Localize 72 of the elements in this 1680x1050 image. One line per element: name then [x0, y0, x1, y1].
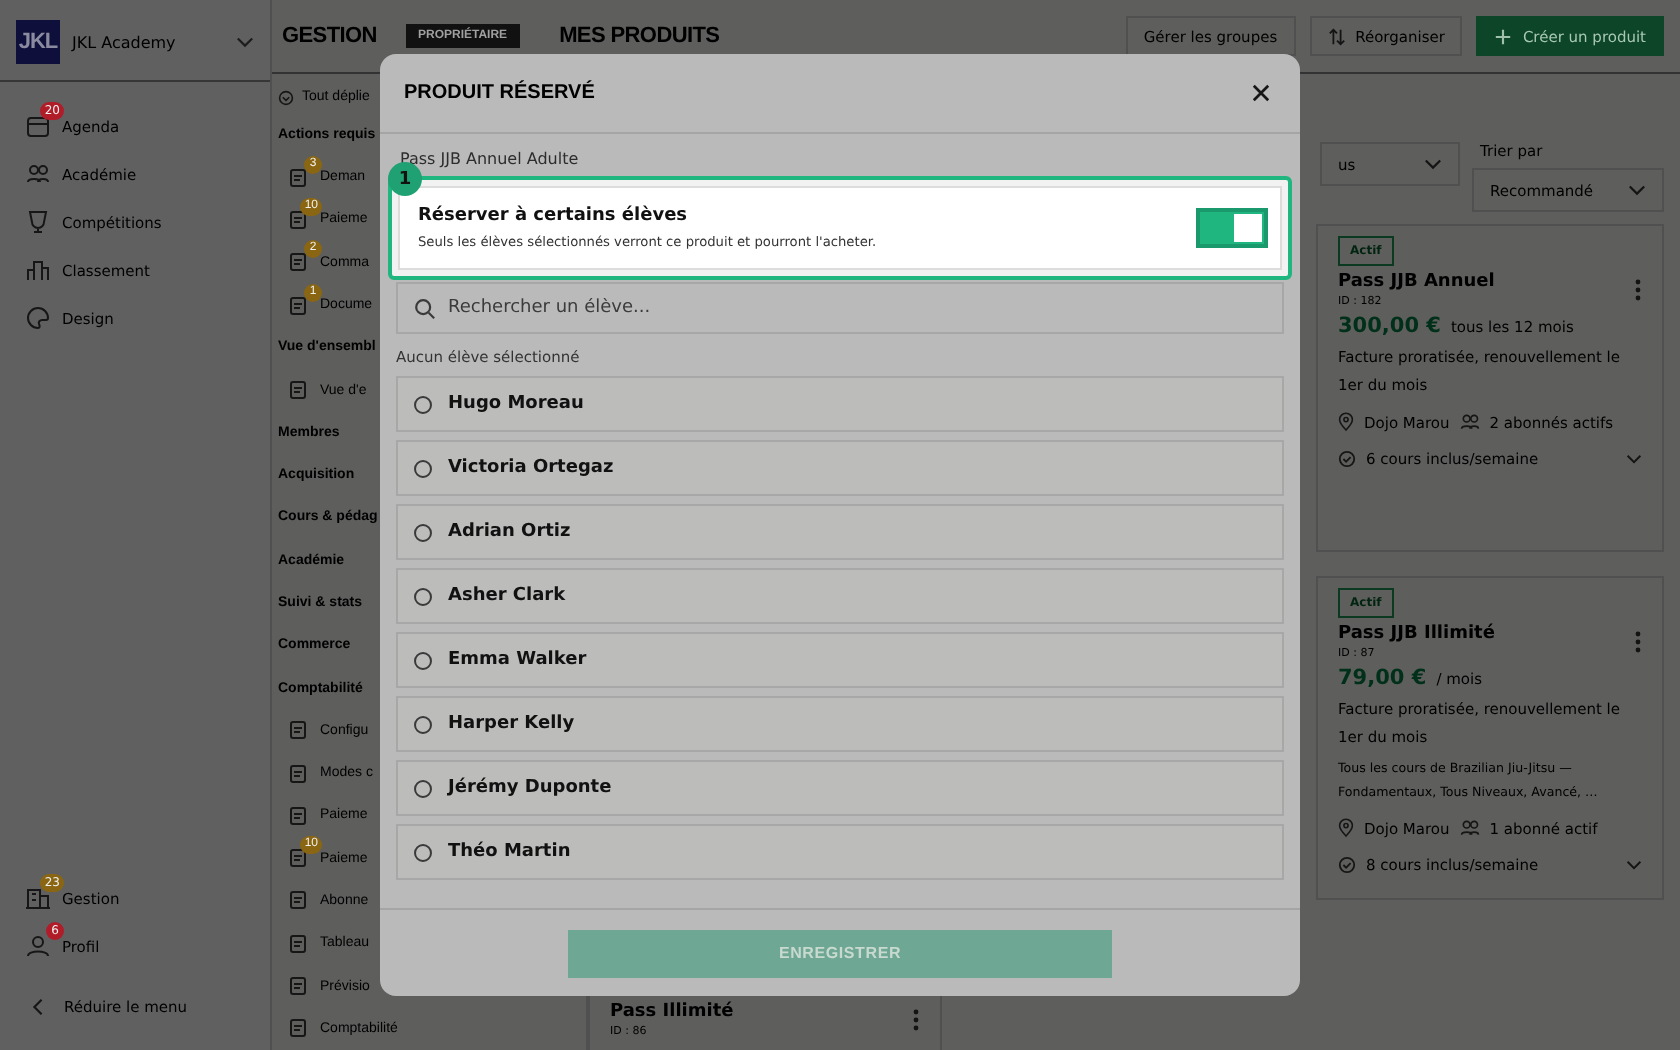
close-icon[interactable]: [1252, 84, 1270, 102]
chevron-down-icon[interactable]: [1626, 860, 1642, 870]
toggle-switch[interactable]: [1196, 208, 1268, 248]
student-row[interactable]: Théo Martin: [396, 824, 1284, 880]
dialog-title: PRODUIT RÉSERVÉ: [404, 82, 595, 104]
document-icon: [288, 890, 308, 911]
reserve-title: Réserver à certains élèves: [418, 206, 690, 226]
chevron-down-icon[interactable]: [236, 36, 254, 48]
radio-button[interactable]: [414, 459, 432, 477]
expand-icon[interactable]: [278, 89, 294, 106]
people-icon: [26, 162, 50, 186]
more-icon[interactable]: [912, 1008, 920, 1032]
document-icon: [288, 252, 308, 273]
student-row[interactable]: Emma Walker: [396, 632, 1284, 688]
page-title: MES PRODUITS: [559, 24, 720, 48]
chevron-down-icon[interactable]: [1626, 454, 1642, 464]
document-icon: [288, 167, 308, 188]
radio-button[interactable]: [414, 779, 432, 797]
sort-icon: [1327, 27, 1346, 45]
palette-icon: [26, 306, 50, 330]
person-icon: [26, 934, 50, 958]
check-circle-icon: [1338, 450, 1356, 468]
location-pin-icon: [1338, 818, 1354, 838]
product-name: Pass JJB Illimité: [1338, 624, 1495, 644]
people-icon: [1459, 412, 1480, 432]
trophy-icon: [26, 210, 50, 234]
bar-chart-icon: [26, 258, 50, 282]
document-icon: [288, 976, 308, 997]
calendar-icon: [26, 114, 50, 138]
document-icon: [288, 848, 308, 869]
chevron-down-icon: [1424, 158, 1442, 170]
product-card[interactable]: [1316, 576, 1664, 900]
academy-name[interactable]: JKL Academy: [72, 33, 224, 51]
document-icon: [288, 763, 308, 784]
student-row[interactable]: Jérémy Duponte: [396, 760, 1284, 816]
document-icon: [288, 1018, 308, 1039]
people-icon: [1459, 818, 1480, 838]
check-circle-icon: [1338, 856, 1356, 874]
product-price: 300,00 €: [1338, 314, 1441, 338]
radio-button[interactable]: [414, 523, 432, 541]
radio-button[interactable]: [414, 715, 432, 733]
plus-icon: [1494, 27, 1513, 45]
document-icon: [288, 805, 308, 826]
document-icon: [288, 295, 308, 316]
student-row[interactable]: Adrian Ortiz: [396, 504, 1284, 560]
document-icon: [288, 933, 308, 954]
radio-button[interactable]: [414, 843, 432, 861]
building-icon: [26, 886, 50, 910]
product-name: Pass JJB Annuel: [1338, 272, 1495, 292]
product-name: Pass Illimité: [610, 1002, 734, 1022]
chevron-down-icon: [1628, 184, 1646, 196]
chevron-left-icon[interactable]: [32, 997, 44, 1015]
student-row[interactable]: Asher Clark: [396, 568, 1284, 624]
more-icon[interactable]: [1634, 278, 1642, 302]
document-icon: [288, 720, 308, 741]
document-icon: [288, 209, 308, 230]
document-icon: [288, 380, 308, 401]
product-price: 79,00 €: [1338, 666, 1427, 690]
section-title: GESTION: [282, 24, 379, 48]
search-icon: [414, 298, 436, 320]
academy-logo: JKL: [16, 20, 60, 64]
step-badge: 1: [388, 162, 422, 196]
radio-button[interactable]: [414, 651, 432, 669]
location-pin-icon: [1338, 412, 1354, 432]
radio-button[interactable]: [414, 395, 432, 413]
student-row[interactable]: Hugo Moreau: [396, 376, 1284, 432]
more-icon[interactable]: [1634, 630, 1642, 654]
save-button[interactable]: ENREGISTRER: [568, 929, 1112, 977]
student-row[interactable]: Victoria Ortegaz: [396, 440, 1284, 496]
radio-button[interactable]: [414, 587, 432, 605]
search-field[interactable]: Rechercher un élève...: [396, 282, 1284, 334]
student-row[interactable]: Harper Kelly: [396, 696, 1284, 752]
